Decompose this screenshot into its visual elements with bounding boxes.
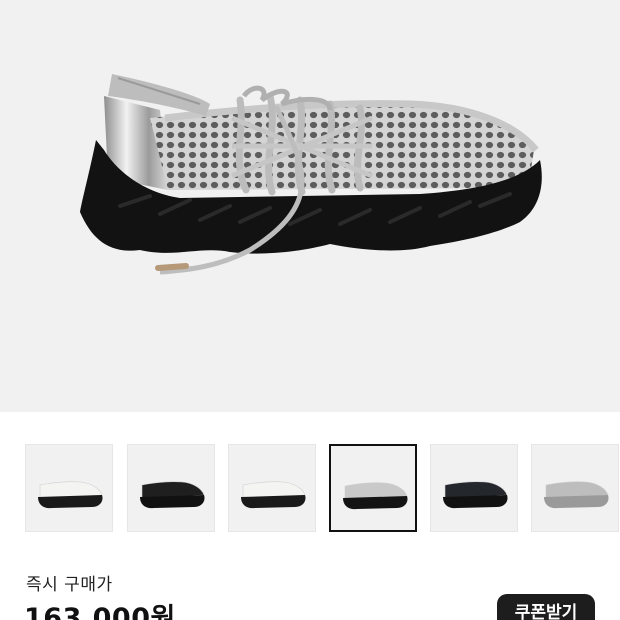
shoe-thumbnail-icon xyxy=(241,481,306,509)
product-main-image[interactable] xyxy=(0,0,620,412)
thumbnail-black-sneaker[interactable] xyxy=(127,444,215,532)
thumbnail-white-sneaker[interactable] xyxy=(25,444,113,532)
coupon-button[interactable]: 쿠폰받기 xyxy=(497,594,595,620)
thumbnail-silver-flat[interactable] xyxy=(531,444,619,532)
instant-purchase-label: 즉시 구매가 xyxy=(26,575,113,595)
shoe-thumbnail-icon xyxy=(343,482,408,510)
price: 163,000원 xyxy=(24,603,176,620)
thumbnail-black-flat[interactable] xyxy=(430,444,518,532)
sneaker-photo xyxy=(80,74,542,275)
shoe-thumbnail-icon xyxy=(140,481,205,509)
shoe-thumbnail-icon xyxy=(544,481,609,509)
thumbnail-strip xyxy=(0,444,620,532)
shoe-thumbnail-icon xyxy=(38,481,103,509)
shoe-thumbnail-icon xyxy=(443,481,508,509)
thumbnail-silver-mesh-sneaker[interactable] xyxy=(329,444,417,532)
thumbnail-white-sneaker-2[interactable] xyxy=(228,444,316,532)
